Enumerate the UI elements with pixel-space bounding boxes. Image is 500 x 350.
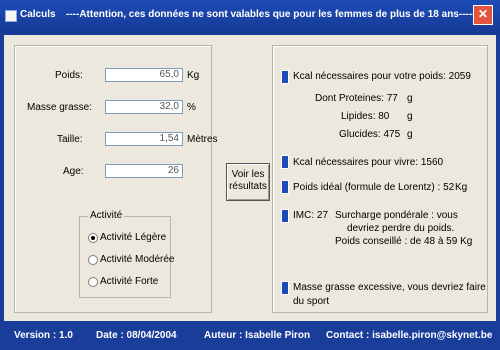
radio-label: Activité Modérée [100,254,175,265]
voir-resultats-button[interactable]: Voir les résultats [226,163,270,201]
poids-ideal-text: Poids idéal (formule de Lorentz) : 52 [293,182,455,193]
imc-text-1: Surcharge pondérale : vous [335,210,458,221]
masse-grasse-label: Masse grasse: [27,102,93,113]
radio-label: Activité Légère [100,232,167,243]
status-bar: Version : 1.0 Date : 08/04/2004 Auteur :… [0,322,500,350]
imc-label: IMC: 27 [293,210,329,221]
masse-grasse-unit: % [187,102,196,113]
taille-field[interactable]: 1,54 [105,132,183,146]
age-field[interactable]: 26 [105,164,183,178]
window-title: Calculs [20,9,56,20]
glucides-unit: g [407,129,413,140]
radio-button[interactable] [88,277,98,287]
poids-unit: Kg [187,70,200,81]
close-icon: ✕ [477,7,489,21]
masse-text-1: Masse grasse excessive, vous devriez fai… [293,282,486,293]
title-warning-message: ----Attention, ces données ne sont valab… [66,9,476,20]
imc-text-2: devriez perdre du poids. [347,223,455,234]
taille-label: Taille: [57,134,83,145]
proteines-text: Dont Proteines: 77 [315,93,398,104]
lipides-text: Lipides: 80 [341,111,390,122]
taille-unit: Mètres [187,134,218,145]
results-panel: Kcal nécessaires pour votre poids: 2059 … [272,45,488,313]
poids-field[interactable]: 65,0 [105,68,183,82]
result-bullet-icon [281,70,289,84]
title-bar[interactable]: Calculs ----Attention, ces données ne so… [0,0,500,34]
button-line-1: Voir les [231,169,265,180]
button-line-2: résultats [229,181,267,192]
form-area: Poids: 65,0 Kg Masse grasse: 32,0 % Tail… [4,35,496,321]
lipides-unit: g [407,111,413,122]
app-icon [5,10,17,22]
activite-group: Activité Activité Légère Activité Modéré… [79,210,175,298]
app-window: Calculs ----Attention, ces données ne so… [0,0,500,350]
proteines-unit: g [407,93,413,104]
radio-button[interactable] [88,255,98,265]
close-button[interactable]: ✕ [473,5,493,25]
poids-label: Poids: [55,70,83,81]
radio-button[interactable] [88,233,98,243]
result-bullet-icon [281,155,289,169]
result-bullet-icon [281,281,289,295]
version-text: Version : 1.0 [14,330,73,341]
poids-ideal-unit: Kg [455,182,468,193]
activite-group-title: Activité [88,210,125,221]
masse-grasse-field[interactable]: 32,0 [105,100,183,114]
radio-label: Activité Forte [100,276,159,287]
kcal-poids-text: Kcal nécessaires pour votre poids: 2059 [293,71,471,82]
kcal-vivre-text: Kcal nécessaires pour vivre: 1560 [293,157,444,168]
contact-text[interactable]: Contact : isabelle.piron@skynet.be [326,330,492,341]
imc-text-3: Poids conseillé : de 48 à 59 Kg [335,236,473,247]
auteur-text: Auteur : Isabelle Piron [204,330,311,341]
glucides-text: Glucides: 475 [339,129,401,140]
age-label: Age: [63,166,84,177]
masse-text-2: du sport [293,296,330,307]
input-panel: Poids: 65,0 Kg Masse grasse: 32,0 % Tail… [14,45,218,313]
result-bullet-icon [281,180,289,194]
date-text: Date : 08/04/2004 [96,330,177,341]
result-bullet-icon [281,209,289,223]
